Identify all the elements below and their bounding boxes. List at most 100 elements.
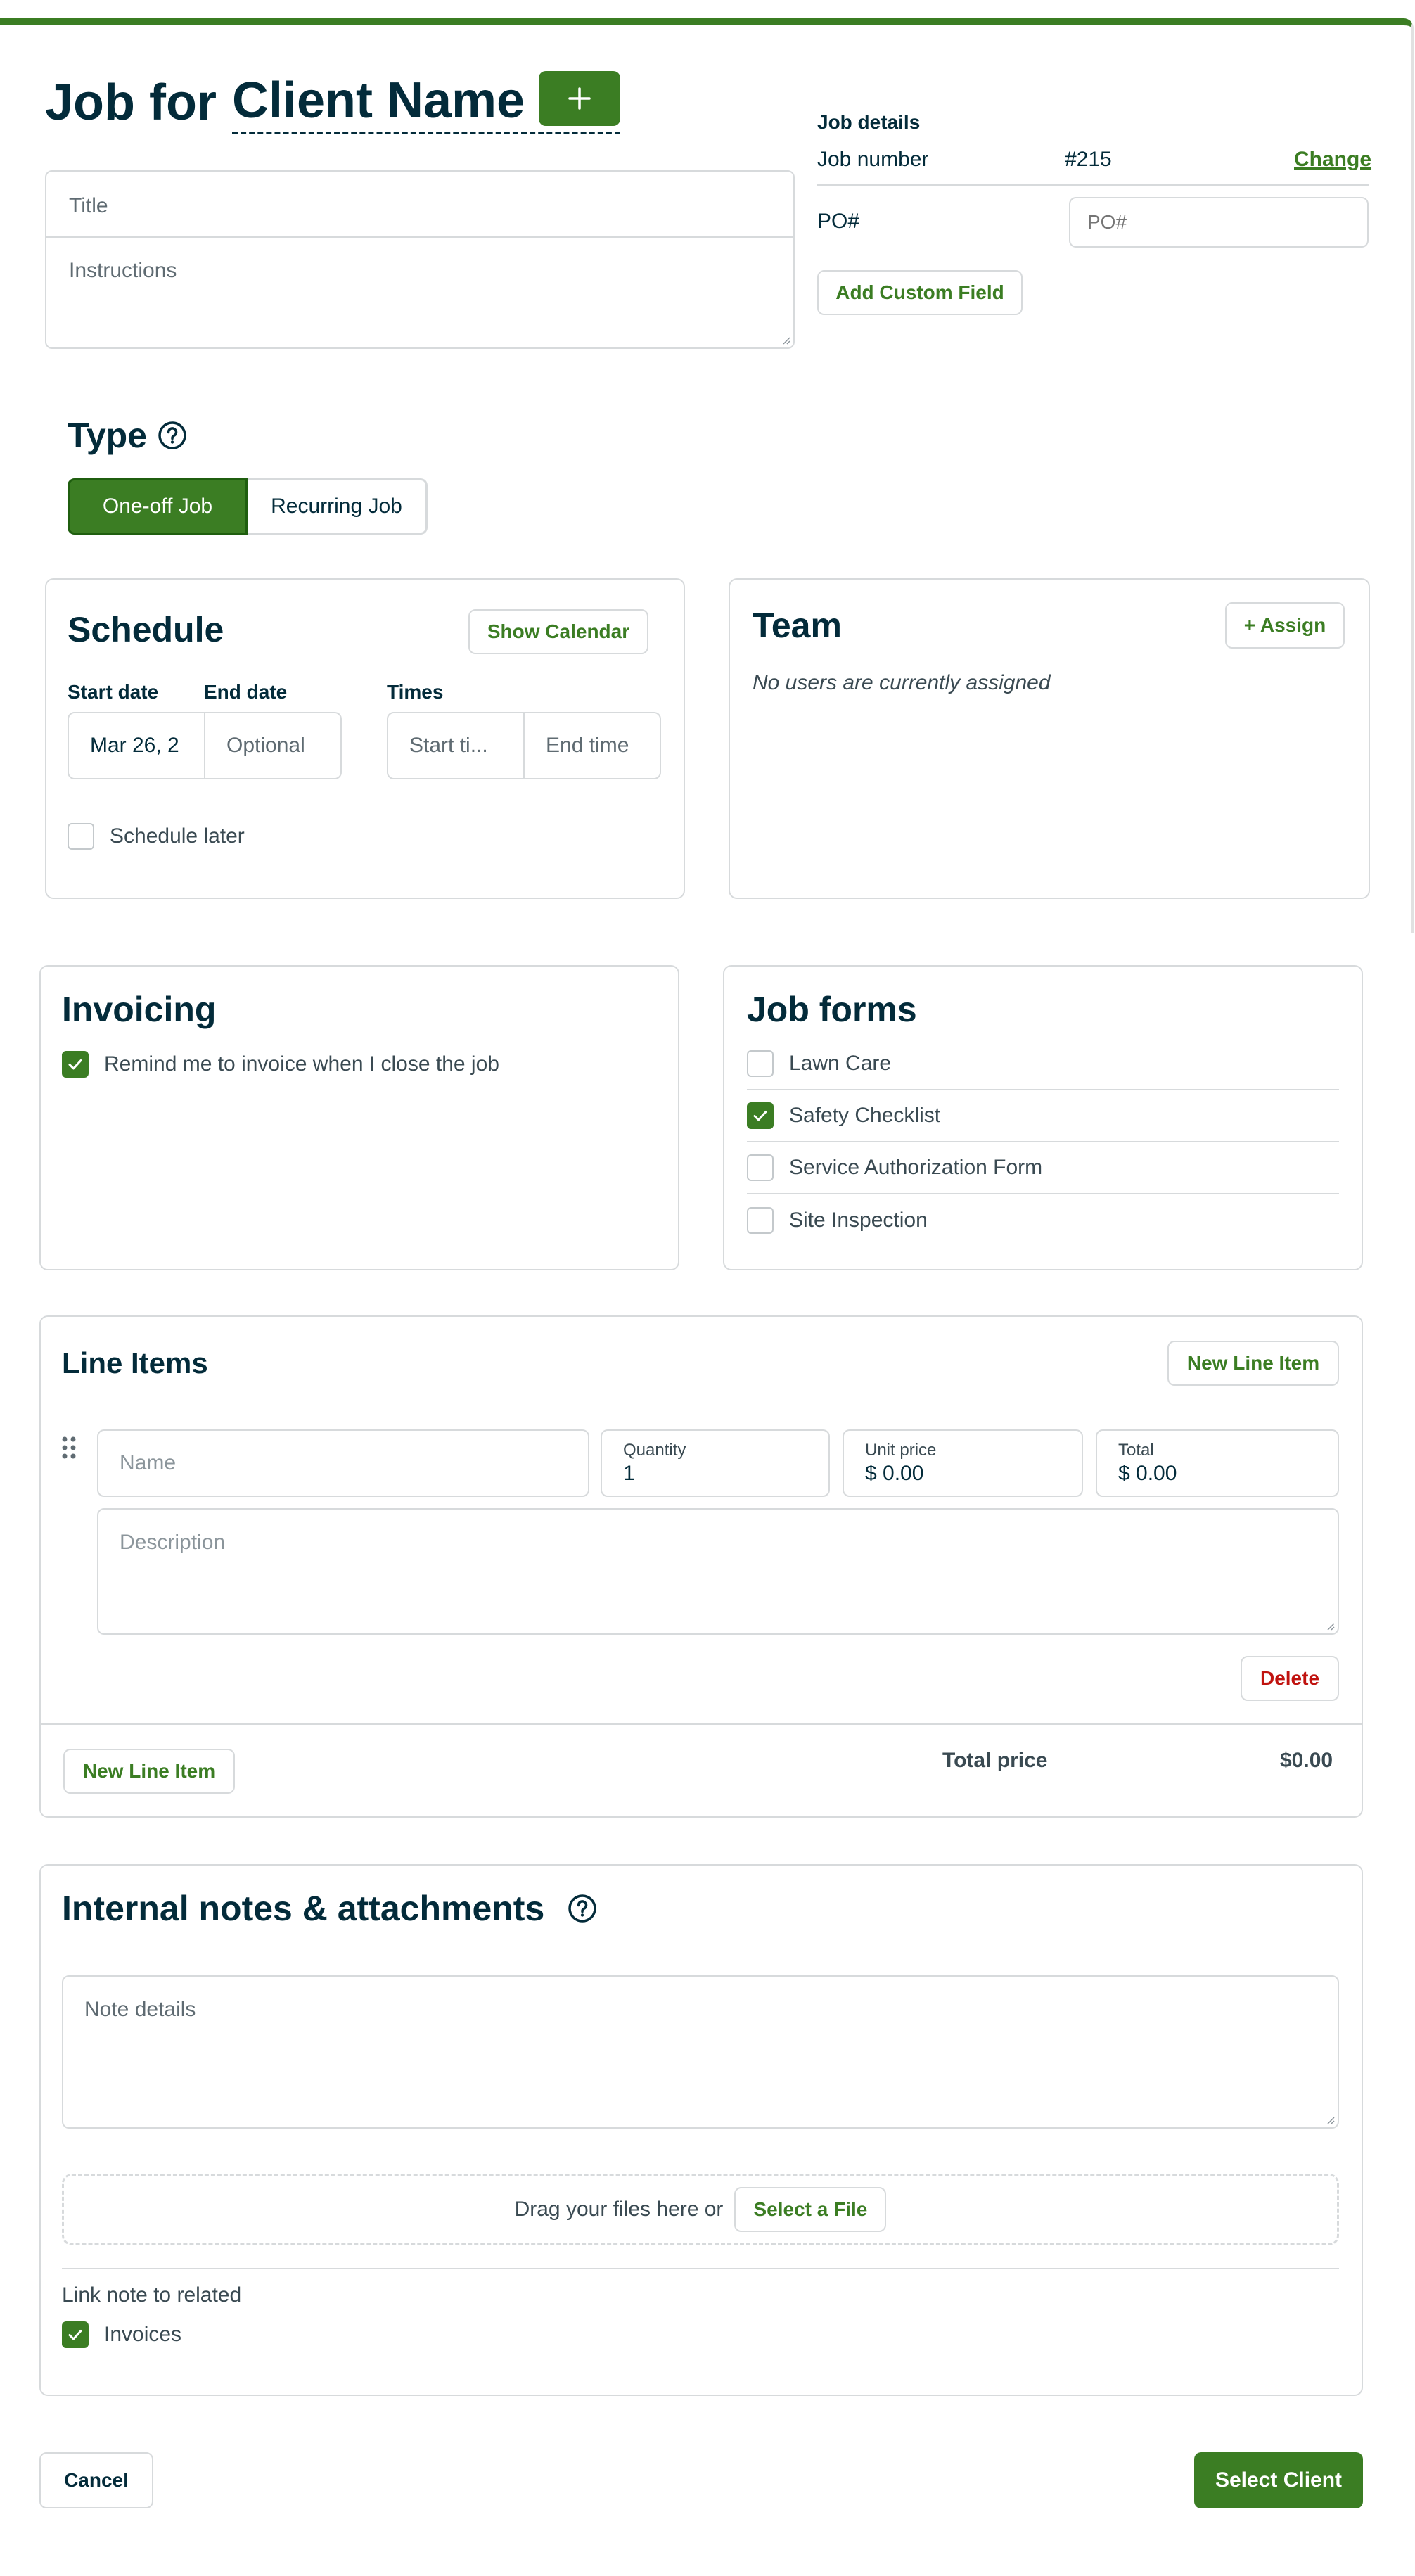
plus-icon <box>568 87 591 110</box>
schedule-heading: Schedule <box>68 610 224 649</box>
unit-price-value: $ 0.00 <box>865 1462 924 1485</box>
internal-notes-heading-label: Internal notes & attachments <box>62 1889 545 1928</box>
internal-notes-heading: Internal notes & attachments <box>62 1888 598 1929</box>
job-form-item-safety-checklist[interactable]: Safety Checklist <box>747 1090 1339 1142</box>
invoices-label: Invoices <box>104 2323 182 2346</box>
note-details-textarea[interactable]: Note details <box>62 1975 1339 2129</box>
help-icon[interactable] <box>567 1893 598 1924</box>
times-label: Times <box>387 681 444 703</box>
team-empty-message: No users are currently assigned <box>753 671 1051 694</box>
description-placeholder: Description <box>120 1531 226 1554</box>
cancel-button[interactable]: Cancel <box>39 2452 153 2508</box>
schedule-later-checkbox[interactable] <box>68 823 94 850</box>
title-input[interactable]: Title <box>46 172 793 238</box>
divider <box>39 1723 1363 1725</box>
start-time-input[interactable]: Start ti... <box>387 712 525 779</box>
divider <box>817 184 1369 186</box>
job-details-heading: Job details <box>817 111 921 133</box>
show-calendar-button[interactable]: Show Calendar <box>468 609 648 654</box>
note-placeholder: Note details <box>84 1998 196 2021</box>
end-date-input[interactable]: Optional <box>205 712 342 779</box>
resize-handle-icon[interactable] <box>1324 2113 1335 2124</box>
remind-invoice-label: Remind me to invoice when I close the jo… <box>104 1052 499 1076</box>
total-price-value: $0.00 <box>1280 1749 1333 1772</box>
line-item-name-input[interactable]: Name <box>97 1429 589 1497</box>
checkmark-icon <box>753 1111 767 1121</box>
type-heading: Type <box>68 415 188 456</box>
add-client-button[interactable] <box>539 71 621 126</box>
new-line-item-button-top[interactable]: New Line Item <box>1167 1341 1339 1386</box>
invoicing-heading: Invoicing <box>62 990 217 1029</box>
line-item-total-field[interactable]: Total $ 0.00 <box>1096 1429 1339 1497</box>
line-item-unit-price-input[interactable]: Unit price $ 0.00 <box>843 1429 1083 1497</box>
assign-button[interactable]: + Assign <box>1225 602 1345 649</box>
help-icon[interactable] <box>157 420 188 451</box>
resize-handle-icon[interactable] <box>779 333 790 345</box>
quantity-label: Quantity <box>623 1441 686 1460</box>
job-type-toggle: One-off Job Recurring Job <box>68 478 428 535</box>
drag-handle-icon[interactable] <box>60 1435 77 1460</box>
schedule-later-option[interactable]: Schedule later <box>68 823 245 850</box>
link-invoices-option[interactable]: Invoices <box>62 2321 181 2348</box>
job-form-item-service-authorization[interactable]: Service Authorization Form <box>747 1142 1339 1194</box>
safety-checklist-checkbox[interactable] <box>747 1102 774 1129</box>
job-number-label: Job number <box>817 148 929 171</box>
resize-handle-icon[interactable] <box>1324 1619 1335 1631</box>
start-date-input[interactable]: Mar 26, 2 <box>68 712 205 779</box>
po-label: PO# <box>817 210 860 233</box>
recurring-job-option[interactable]: Recurring Job <box>248 478 428 535</box>
quantity-value: 1 <box>623 1462 635 1485</box>
job-forms-heading: Job forms <box>747 990 917 1029</box>
title-instructions-box: Title Instructions <box>45 170 795 349</box>
job-number-value: #215 <box>1065 148 1112 171</box>
schedule-later-label: Schedule later <box>110 824 245 848</box>
remind-invoice-checkbox[interactable] <box>62 1051 89 1078</box>
line-item-quantity-input[interactable]: Quantity 1 <box>601 1429 830 1497</box>
instructions-placeholder: Instructions <box>69 259 177 282</box>
divider <box>62 2268 1339 2269</box>
site-inspection-checkbox[interactable] <box>747 1207 774 1234</box>
add-custom-field-button[interactable]: Add Custom Field <box>817 270 1023 315</box>
total-price-label: Total price <box>942 1749 1048 1772</box>
new-line-item-button-bottom[interactable]: New Line Item <box>63 1749 235 1794</box>
job-form-label: Site Inspection <box>789 1209 928 1232</box>
file-drop-zone[interactable]: Drag your files here or Select a File <box>62 2174 1339 2245</box>
delete-line-item-button[interactable]: Delete <box>1241 1656 1339 1701</box>
start-date-label: Start date <box>68 681 159 703</box>
date-range-field: Mar 26, 2 Optional <box>68 712 342 779</box>
checkmark-icon <box>68 2330 82 2340</box>
total-label: Total <box>1118 1441 1154 1460</box>
job-form-item-lawn-care[interactable]: Lawn Care <box>747 1038 1339 1090</box>
team-heading: Team <box>753 606 842 645</box>
service-authorization-checkbox[interactable] <box>747 1154 774 1181</box>
internal-notes-panel <box>39 1864 1363 2396</box>
job-form-page: Job for Client Name Title Instructions J… <box>0 0 1415 2576</box>
time-range-field: Start ti... End time <box>387 712 661 779</box>
job-form-label: Lawn Care <box>789 1052 892 1075</box>
instructions-textarea[interactable]: Instructions <box>46 238 793 347</box>
change-job-number-link[interactable]: Change <box>1294 148 1371 172</box>
unit-price-label: Unit price <box>865 1441 937 1460</box>
client-selector[interactable]: Client Name <box>231 71 621 134</box>
checkmark-icon <box>68 1059 82 1070</box>
remind-invoice-option[interactable]: Remind me to invoice when I close the jo… <box>62 1051 499 1078</box>
title-prefix: Job for <box>45 75 217 131</box>
select-client-button[interactable]: Select Client <box>1194 2452 1363 2508</box>
select-file-button[interactable]: Select a File <box>734 2187 887 2232</box>
job-form-label: Safety Checklist <box>789 1104 941 1127</box>
job-form-label: Service Authorization Form <box>789 1156 1043 1179</box>
drop-zone-text: Drag your files here or <box>514 2198 724 2221</box>
link-note-label: Link note to related <box>62 2283 242 2307</box>
type-heading-label: Type <box>68 416 147 455</box>
end-time-input[interactable]: End time <box>525 712 661 779</box>
job-forms-list: Lawn Care Safety Checklist Service Autho… <box>747 1038 1339 1246</box>
total-value: $ 0.00 <box>1118 1462 1177 1485</box>
page-title: Job for Client Name <box>45 68 621 138</box>
line-item-description-input[interactable]: Description <box>97 1508 1339 1635</box>
lawn-care-checkbox[interactable] <box>747 1050 774 1077</box>
one-off-job-option[interactable]: One-off Job <box>68 478 248 535</box>
client-name-label: Client Name <box>231 72 525 129</box>
invoices-checkbox[interactable] <box>62 2321 89 2348</box>
po-input[interactable] <box>1069 197 1369 248</box>
job-form-item-site-inspection[interactable]: Site Inspection <box>747 1194 1339 1246</box>
